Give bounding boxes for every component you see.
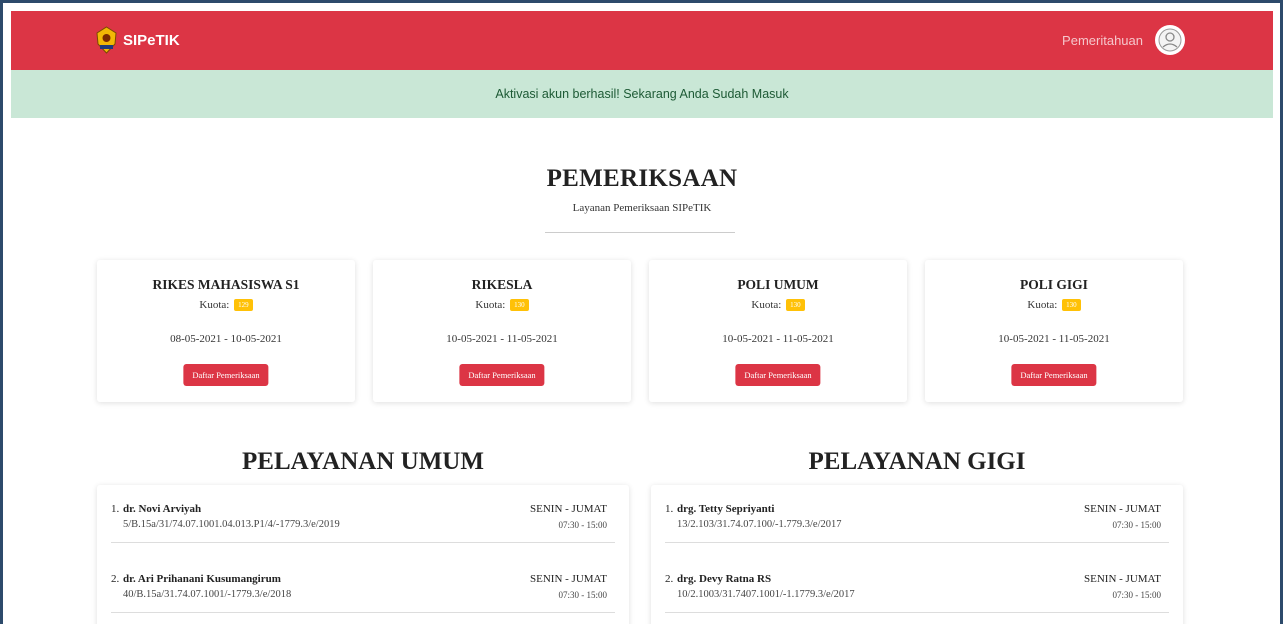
navbar: SIPeTIK Pemeritahuan xyxy=(11,11,1273,70)
schedule-days: SENIN - JUMAT xyxy=(1084,573,1161,585)
exam-card: POLI GIGI Kuota: 130 10-05-2021 - 11-05-… xyxy=(925,260,1183,402)
quota-badge: 130 xyxy=(510,299,529,311)
doctor-row: 2. dr. Ari Prihanani Kusumangirum 40/B.15… xyxy=(111,555,615,613)
schedule-days: SENIN - JUMAT xyxy=(1084,503,1161,515)
exam-card-dates: 08-05-2021 - 10-05-2021 xyxy=(170,333,282,345)
doctor-number: 1. xyxy=(665,503,674,515)
alert-message: Aktivasi akun berhasil! Sekarang Anda Su… xyxy=(495,87,789,101)
exam-card-dates: 10-05-2021 - 11-05-2021 xyxy=(722,333,834,345)
exam-card-quota: Kuota: 129 xyxy=(97,299,355,311)
register-exam-button[interactable]: Daftar Pemeriksaan xyxy=(183,364,269,386)
nav-right: Pemeritahuan xyxy=(1062,25,1185,55)
exams-title: PEMERIKSAAN xyxy=(546,165,738,192)
doctor-name: 2. drg. Devy Ratna RS xyxy=(665,573,771,585)
exam-card: RIKES MAHASISWA S1 Kuota: 129 08-05-2021… xyxy=(97,260,355,402)
doctor-license: 5/B.15a/31/74.07.1001.04.013.P1/4/-1779.… xyxy=(123,519,340,530)
schedule-time: 07:30 - 15:00 xyxy=(558,520,608,530)
doctor-name-text: dr. Ari Prihanani Kusumangirum xyxy=(123,573,281,585)
quota-badge: 130 xyxy=(1062,299,1081,311)
quota-badge: 130 xyxy=(786,299,805,311)
dental-service-title: PELAYANAN GIGI xyxy=(808,448,1026,475)
schedule-time: 07:30 - 15:00 xyxy=(558,590,608,600)
notifications-link[interactable]: Pemeritahuan xyxy=(1062,33,1143,48)
exam-card-quota: Kuota: 130 xyxy=(925,299,1183,311)
quota-label: Kuota: xyxy=(199,299,230,311)
brand[interactable]: SIPeTIK xyxy=(94,26,180,55)
doctor-number: 2. xyxy=(111,573,120,585)
exams-subtitle: Layanan Pemeriksaan SIPeTIK xyxy=(572,202,712,214)
doctor-row: 1. drg. Tetty Sepriyanti 13/2.103/31.74.0… xyxy=(665,485,1169,543)
page: SIPeTIK Pemeritahuan Aktivasi akun berha… xyxy=(11,11,1273,624)
schedule-days: SENIN - JUMAT xyxy=(530,503,607,515)
exam-card-title: POLI GIGI xyxy=(1020,277,1088,292)
doctor-license: 13/2.103/31.74.07.100/-1.779.3/e/2017 xyxy=(677,519,842,530)
doctor-number: 1. xyxy=(111,503,120,515)
exam-card-quota: Kuota: 130 xyxy=(373,299,631,311)
schedule-time: 07:30 - 15:00 xyxy=(1112,520,1162,530)
schedule-days: SENIN - JUMAT xyxy=(530,573,607,585)
exam-card-dates: 10-05-2021 - 11-05-2021 xyxy=(446,333,558,345)
quota-label: Kuota: xyxy=(751,299,782,311)
doctor-name: 1. dr. Novi Arviyah xyxy=(111,503,201,515)
register-exam-button[interactable]: Daftar Pemeriksaan xyxy=(1011,364,1097,386)
user-avatar-icon[interactable] xyxy=(1155,25,1185,55)
general-service-panel: 1. dr. Novi Arviyah 5/B.15a/31/74.07.1001… xyxy=(97,485,629,624)
exam-cards: RIKES MAHASISWA S1 Kuota: 129 08-05-2021… xyxy=(97,260,1187,402)
general-service-title: PELAYANAN UMUM xyxy=(242,448,484,475)
doctor-name-text: dr. Novi Arviyah xyxy=(123,503,202,515)
doctor-name: 1. drg. Tetty Sepriyanti xyxy=(665,503,774,515)
quota-label: Kuota: xyxy=(475,299,506,311)
avatar-graphic xyxy=(1158,28,1182,52)
exam-card-title: POLI UMUM xyxy=(737,277,819,292)
exam-card-title: RIKESLA xyxy=(471,277,533,292)
schedule-time: 07:30 - 15:00 xyxy=(1112,590,1162,600)
quota-badge: 129 xyxy=(234,299,253,311)
register-exam-button[interactable]: Daftar Pemeriksaan xyxy=(735,364,821,386)
exam-card-title: RIKES MAHASISWA S1 xyxy=(152,277,300,292)
window-frame: SIPeTIK Pemeritahuan Aktivasi akun berha… xyxy=(0,0,1283,624)
doctor-license: 10/2.1003/31.7407.1001/-1.1779.3/e/2017 xyxy=(677,589,855,600)
exam-card-dates: 10-05-2021 - 11-05-2021 xyxy=(998,333,1110,345)
doctor-license: 40/B.15a/31.74.07.1001/-1779.3/e/2018 xyxy=(123,589,292,600)
exam-card-quota: Kuota: 130 xyxy=(649,299,907,311)
register-exam-button[interactable]: Daftar Pemeriksaan xyxy=(459,364,545,386)
doctor-number: 2. xyxy=(665,573,674,585)
exam-card: POLI UMUM Kuota: 130 10-05-2021 - 11-05-… xyxy=(649,260,907,402)
brand-name: SIPeTIK xyxy=(123,32,180,49)
doctor-name-text: drg. Tetty Sepriyanti xyxy=(677,503,775,515)
doctor-name: 2. dr. Ari Prihanani Kusumangirum xyxy=(111,573,281,585)
doctor-row: 1. dr. Novi Arviyah 5/B.15a/31/74.07.1001… xyxy=(111,485,615,543)
doctor-row: 2. drg. Devy Ratna RS 10/2.1003/31.7407.1… xyxy=(665,555,1169,613)
success-alert: Aktivasi akun berhasil! Sekarang Anda Su… xyxy=(11,70,1273,118)
emblem-logo-icon xyxy=(96,26,117,54)
dental-service-panel: 1. drg. Tetty Sepriyanti 13/2.103/31.74.0… xyxy=(651,485,1183,624)
section-divider xyxy=(545,232,735,233)
exam-card: RIKESLA Kuota: 130 10-05-2021 - 11-05-20… xyxy=(373,260,631,402)
quota-label: Kuota: xyxy=(1027,299,1058,311)
doctor-name-text: drg. Devy Ratna RS xyxy=(677,573,772,585)
